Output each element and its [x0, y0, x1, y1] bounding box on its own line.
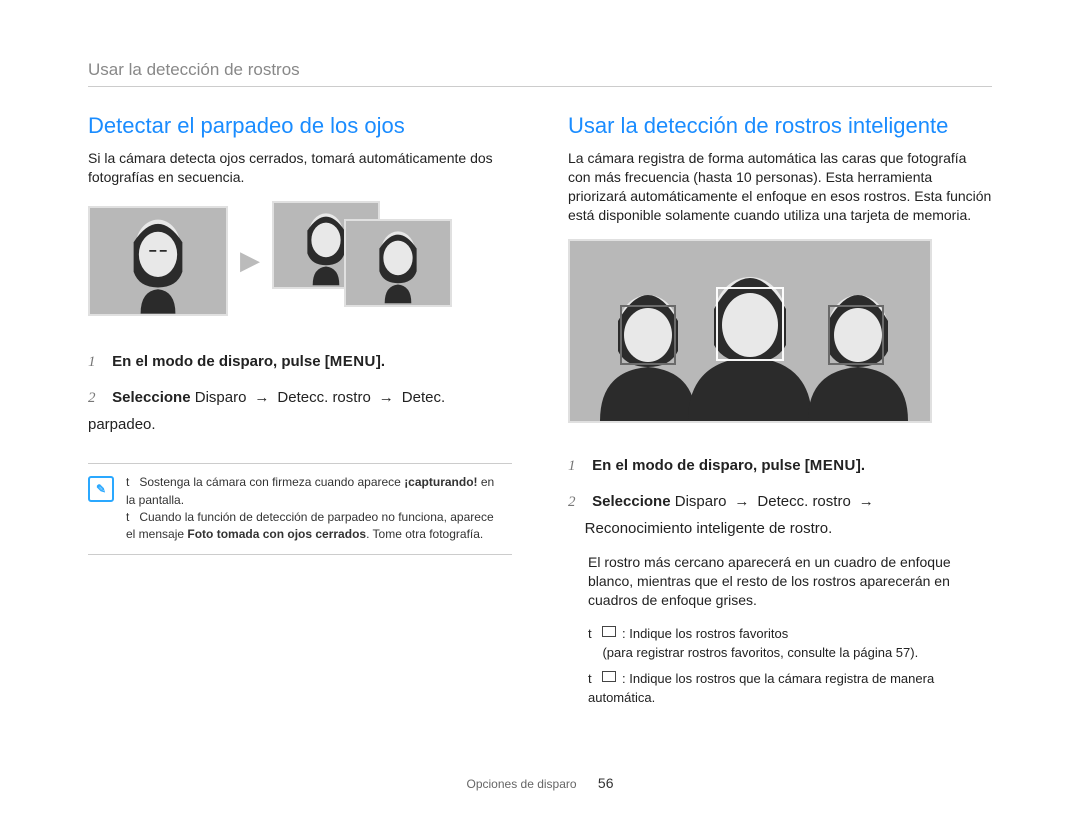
- bullet-subtext: (para registrar rostros favoritos, consu…: [602, 645, 918, 660]
- arrow-right-icon: →: [851, 493, 882, 510]
- step-number-icon: 1: [88, 350, 104, 376]
- note-icon: ✎: [88, 476, 114, 502]
- step1-prefix: En el modo de disparo, pulse [: [112, 353, 330, 370]
- step-number-icon: 2: [88, 386, 104, 412]
- left-note-box: ✎ t Sostenga la cámara con firmeza cuand…: [88, 463, 512, 555]
- note-line-1: t Sostenga la cámara con firmeza cuando …: [126, 474, 504, 509]
- step1-suffix: ].: [376, 353, 385, 370]
- right-steps: 1 En el modo de disparo, pulse [MENU]. 2…: [568, 453, 992, 542]
- note-lines: t Sostenga la cámara con firmeza cuando …: [126, 474, 504, 544]
- right-column: Usar la detección de rostros inteligente…: [568, 113, 992, 714]
- step2-path-c: Reconocimiento inteligente de rostro: [585, 520, 828, 537]
- content-columns: Detectar el parpadeo de los ojos Si la c…: [88, 113, 992, 714]
- left-step-2: 2 Seleccione Disparo→Detecc. rostro→Dete…: [88, 385, 512, 437]
- menu-label: MENU: [330, 353, 376, 370]
- bullet-auto-faces: t: Indique los rostros que la cámara reg…: [588, 669, 992, 708]
- note-line-2: t Cuando la función de detección de parp…: [126, 509, 504, 544]
- step-number-icon: 1: [568, 454, 584, 480]
- blink-photos-after: [272, 201, 462, 321]
- menu-label: MENU: [810, 457, 856, 474]
- left-intro-text: Si la cámara detecta ojos cerrados, toma…: [88, 149, 512, 187]
- bullet-text: Indique los rostros que la cámara regist…: [588, 671, 934, 706]
- right-step-2: 2 Seleccione Disparo→Detecc. rostro→ Rec…: [568, 489, 992, 541]
- box-icon: [602, 671, 616, 682]
- left-step-1: 1 En el modo de disparo, pulse [MENU].: [88, 349, 512, 376]
- focus-rect-gray: [620, 305, 676, 365]
- smart-face-photo: [568, 239, 932, 423]
- focus-rect-white: [716, 287, 784, 361]
- step2-path-a: Disparo: [195, 389, 247, 406]
- right-description: El rostro más cercano aparecerá en un cu…: [568, 553, 992, 610]
- left-section-title: Detectar el parpadeo de los ojos: [88, 113, 512, 139]
- step1-prefix: En el modo de disparo, pulse [: [592, 457, 810, 474]
- footer-section-label: Opciones de disparo: [467, 777, 577, 791]
- manual-page: Usar la detección de rostros Detectar el…: [0, 0, 1080, 815]
- bullet-text: Indique los rostros favoritos: [629, 626, 788, 641]
- focus-rect-gray: [828, 305, 884, 365]
- step2-label: Seleccione: [592, 493, 670, 510]
- face-icon: [365, 224, 432, 304]
- note-text: Sostenga la cámara con firmeza cuando ap…: [139, 475, 401, 489]
- right-bullets: t: Indique los rostros favoritos (para r…: [568, 624, 992, 708]
- arrow-right-icon: →: [246, 389, 277, 406]
- bullet-favorite-faces: t: Indique los rostros favoritos (para r…: [588, 624, 992, 663]
- blink-photo-after-2: [344, 219, 452, 307]
- face-icon: [114, 211, 201, 315]
- blink-images-row: ▶: [88, 201, 512, 321]
- box-icon: [602, 626, 616, 637]
- note-emph: ¡capturando!: [404, 475, 477, 489]
- step2-label: Seleccione: [112, 389, 190, 406]
- step1-suffix: ].: [856, 457, 865, 474]
- step2-path-a: Disparo: [675, 493, 727, 510]
- arrow-right-icon: ▶: [238, 245, 262, 276]
- note-emph: Foto tomada con ojos cerrados: [187, 527, 366, 541]
- page-footer: Opciones de disparo 56: [0, 775, 1080, 791]
- arrow-right-icon: →: [726, 493, 757, 510]
- step2-path-b: Detecc. rostro: [277, 389, 370, 406]
- arrow-right-icon: →: [371, 389, 402, 406]
- right-step-1: 1 En el modo de disparo, pulse [MENU].: [568, 453, 992, 480]
- left-steps: 1 En el modo de disparo, pulse [MENU]. 2…: [88, 349, 512, 438]
- note-text: . Tome otra fotografía.: [366, 527, 483, 541]
- step2-path-b: Detecc. rostro: [757, 493, 850, 510]
- step-number-icon: 2: [568, 490, 584, 516]
- breadcrumb: Usar la detección de rostros: [88, 60, 992, 87]
- footer-page-number: 56: [598, 775, 614, 791]
- right-section-title: Usar la detección de rostros inteligente: [568, 113, 992, 139]
- right-intro-text: La cámara registra de forma automática l…: [568, 149, 992, 225]
- blink-photo-before: [88, 206, 228, 316]
- left-column: Detectar el parpadeo de los ojos Si la c…: [88, 113, 512, 714]
